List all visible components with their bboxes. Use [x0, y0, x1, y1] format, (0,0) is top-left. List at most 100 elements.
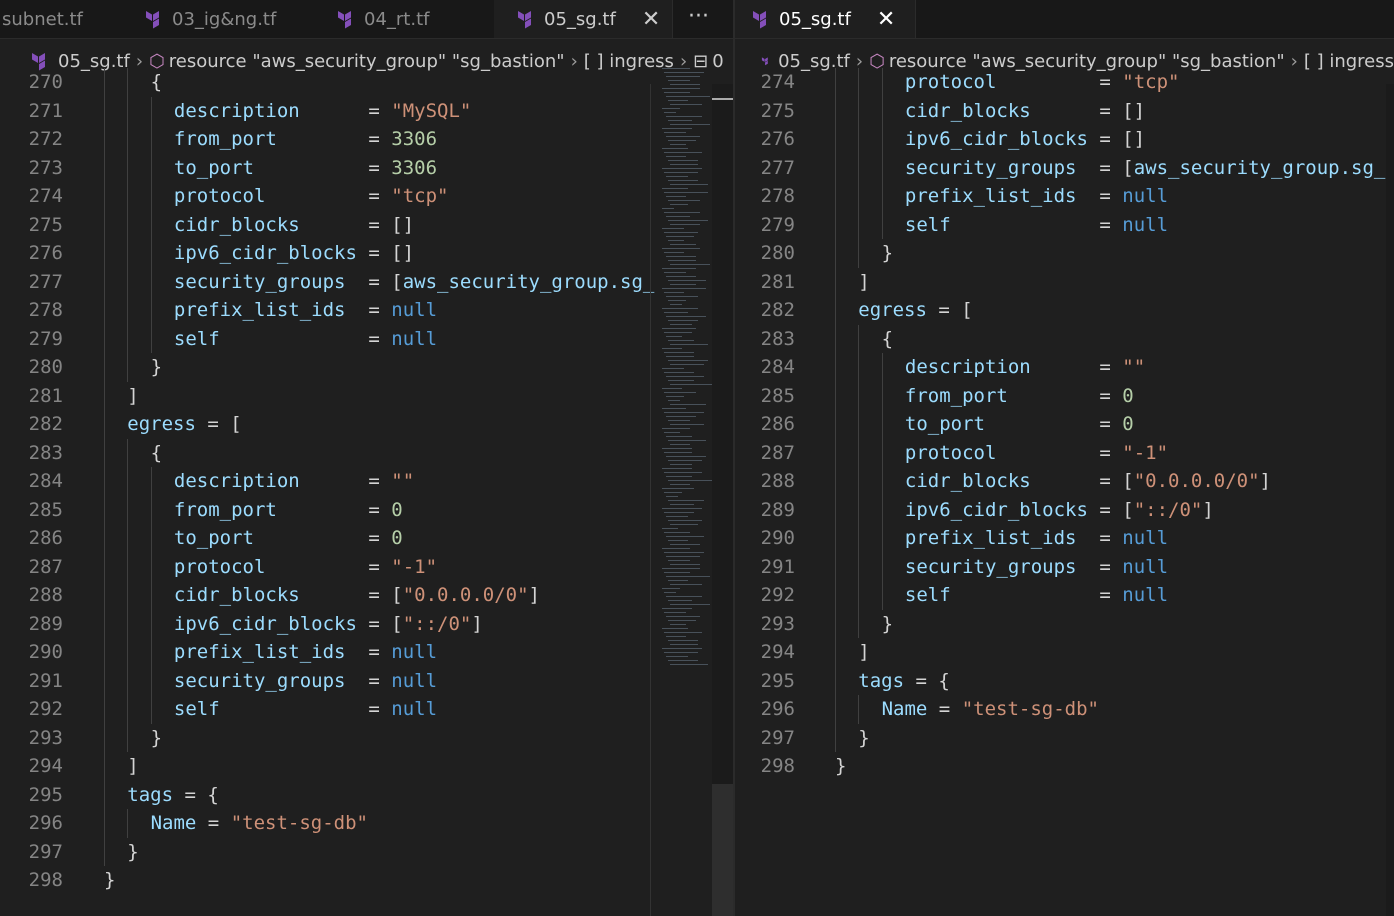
minimap-line — [664, 272, 686, 273]
minimap[interactable] — [658, 68, 714, 678]
code-line[interactable]: 297} — [735, 723, 1386, 752]
scrollbar-vertical[interactable] — [712, 84, 733, 916]
tab-subnet[interactable]: subnet.tf — [0, 0, 123, 38]
minimap-line — [670, 404, 706, 405]
line-number: 286 — [760, 413, 795, 435]
line-number: 298 — [28, 869, 63, 891]
tab-ig-ng[interactable]: 03_ig&ng.tf — [122, 0, 315, 38]
code-line[interactable]: 274 protocol = "tcp" — [735, 68, 1386, 97]
code-line[interactable]: 298} — [0, 866, 650, 895]
code-line[interactable]: 294] — [735, 638, 1386, 667]
code-line[interactable]: 297} — [0, 837, 650, 866]
code-line[interactable]: 279 self = null — [735, 210, 1386, 239]
code-line[interactable]: 290 prefix_list_ids = null — [0, 638, 650, 667]
code-line[interactable]: 293} — [0, 723, 650, 752]
code-line[interactable]: 278 prefix_list_ids = null — [0, 296, 650, 325]
code-line[interactable]: 284 description = "" — [735, 353, 1386, 382]
code-line[interactable]: 288 cidr_blocks = ["0.0.0.0/0"] — [0, 581, 650, 610]
close-icon[interactable]: ✕ — [877, 7, 895, 32]
tab-sg-active[interactable]: 05_sg.tf ✕ — [494, 0, 673, 38]
code-token: } — [858, 726, 870, 749]
scrollbar-vertical[interactable] — [1386, 84, 1394, 916]
code-line[interactable]: 288 cidr_blocks = ["0.0.0.0/0"] — [735, 467, 1386, 496]
code-line[interactable]: 281] — [735, 267, 1386, 296]
code-line[interactable]: 291 security_groups = null — [735, 552, 1386, 581]
code-line[interactable]: 275 cidr_blocks = [] — [0, 210, 650, 239]
close-icon[interactable]: ✕ — [642, 7, 660, 32]
line-number: 279 — [28, 327, 63, 350]
code-line[interactable]: 286 to_port = 0 — [0, 524, 650, 553]
code-token: from_port — [173, 498, 369, 521]
tab-sg-right-active[interactable]: 05_sg.tf ✕ — [735, 0, 916, 38]
code-token: = — [1099, 413, 1123, 435]
code-line[interactable]: 291 security_groups = null — [0, 666, 650, 695]
code-line[interactable]: 273 to_port = 3306 — [0, 153, 650, 182]
code-line[interactable]: 295 tags = { — [0, 780, 650, 809]
indent-guide — [150, 182, 152, 211]
code-line[interactable]: 287 protocol = "-1" — [735, 438, 1386, 467]
code-line[interactable]: 271 description = "MySQL" — [0, 96, 650, 125]
code-line[interactable]: 272 from_port = 3306 — [0, 125, 650, 154]
minimap-line — [666, 416, 696, 417]
code-line[interactable]: 282 egress = [ — [0, 410, 650, 439]
code-line[interactable]: 285 from_port = 0 — [0, 495, 650, 525]
code-text: egress = [ — [858, 296, 972, 325]
line-number: 293 — [760, 612, 795, 635]
code-line[interactable]: 274 protocol = "tcp" — [0, 182, 650, 211]
code-text: Name = "test-sg-db" — [882, 695, 1099, 724]
tab-rt[interactable]: 04_rt.tf — [314, 0, 495, 38]
minimap-line — [666, 516, 688, 517]
code-line[interactable]: 277 security_groups = [aws_security_group… — [0, 267, 654, 296]
minimap-line — [664, 532, 690, 533]
minimap-line — [670, 604, 710, 605]
minimap-line — [666, 316, 706, 317]
code-line[interactable]: 287 protocol = "-1" — [0, 552, 650, 581]
code-text: from_port = 0 — [174, 496, 403, 525]
code-line[interactable]: 280} — [735, 239, 1386, 268]
indent-guide — [104, 296, 105, 325]
code-line[interactable]: 293} — [735, 609, 1386, 638]
code-line[interactable]: 283 { — [0, 438, 650, 467]
code-line[interactable]: 295 tags = { — [735, 666, 1386, 695]
indent-guide — [150, 324, 152, 353]
code-token: cidr_blocks — [904, 470, 1100, 492]
code-editor-right[interactable]: 274 protocol = "tcp" 275 cidr_blocks = [] 27… — [735, 68, 1386, 781]
code-line[interactable]: 281] — [0, 381, 650, 410]
code-line[interactable]: 296 Name = "test-sg-db" — [0, 809, 650, 838]
indent-guide — [127, 96, 129, 125]
code-token: "" — [391, 470, 415, 492]
code-line[interactable]: 298} — [735, 752, 1386, 781]
scroll-thumb[interactable] — [712, 784, 733, 916]
code-line[interactable]: 294] — [0, 752, 650, 781]
code-line[interactable]: 289 ipv6_cidr_blocks = ["::/0"] — [0, 609, 650, 638]
code-editor-left[interactable]: 270 {271 description = "MySQL" 272 from_port… — [0, 68, 654, 895]
code-line[interactable]: 284 description = "" — [0, 467, 650, 496]
code-line[interactable]: 276 ipv6_cidr_blocks = [] — [0, 239, 650, 268]
code-line[interactable]: 279 self = null — [0, 324, 650, 353]
code-line[interactable]: 276 ipv6_cidr_blocks = [] — [735, 125, 1386, 154]
code-line[interactable]: 282 egress = [ — [735, 296, 1386, 325]
code-line[interactable]: 289 ipv6_cidr_blocks = ["::/0"] — [735, 495, 1386, 524]
code-line[interactable]: 285 from_port = 0 — [735, 381, 1386, 411]
code-line[interactable]: 277 security_groups = [aws_security_group… — [735, 153, 1386, 182]
code-line[interactable]: 292 self = null — [0, 695, 650, 724]
code-line[interactable]: 283 { — [735, 324, 1386, 353]
code-line[interactable]: 275 cidr_blocks = [] — [735, 96, 1386, 125]
code-line[interactable]: 278 prefix_list_ids = null — [735, 182, 1386, 211]
line-number: 280 — [760, 242, 795, 264]
indent-guide — [835, 125, 836, 154]
code-token: = [ — [368, 270, 403, 293]
code-token: = — [1099, 71, 1123, 93]
code-text: from_port = 0 — [905, 382, 1134, 411]
code-line[interactable]: 270 { — [0, 68, 650, 97]
code-line[interactable]: 296 Name = "test-sg-db" — [735, 695, 1386, 724]
more-actions-icon[interactable]: ··· — [688, 4, 709, 29]
code-line[interactable]: 286 to_port = 0 — [735, 410, 1386, 439]
code-line[interactable]: 280} — [0, 353, 650, 382]
code-token: null — [1122, 185, 1169, 207]
code-token: description — [904, 356, 1100, 378]
minimap-line — [668, 140, 696, 141]
code-line[interactable]: 290 prefix_list_ids = null — [735, 524, 1386, 553]
line-number: 272 — [28, 128, 63, 150]
code-line[interactable]: 292 self = null — [735, 581, 1386, 610]
